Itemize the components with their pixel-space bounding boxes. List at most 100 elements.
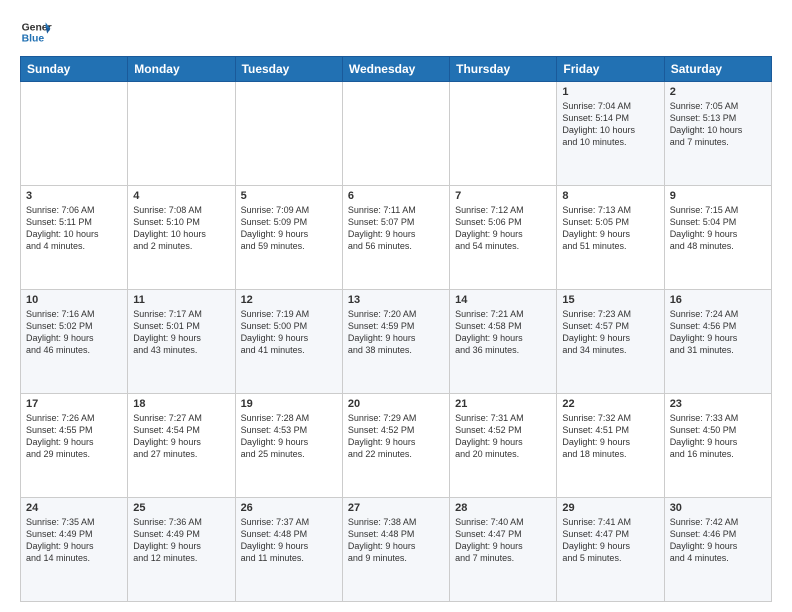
- day-info: Sunrise: 7:41 AM Sunset: 4:47 PM Dayligh…: [562, 516, 658, 565]
- day-number: 23: [670, 398, 766, 410]
- day-number: 24: [26, 502, 122, 514]
- day-number: 29: [562, 502, 658, 514]
- day-info: Sunrise: 7:08 AM Sunset: 5:10 PM Dayligh…: [133, 204, 229, 253]
- day-info: Sunrise: 7:12 AM Sunset: 5:06 PM Dayligh…: [455, 204, 551, 253]
- calendar-cell: 18 Sunrise: 7:27 AM Sunset: 4:54 PM Dayli…: [128, 394, 235, 498]
- day-number: 15: [562, 294, 658, 306]
- calendar-cell: 17 Sunrise: 7:26 AM Sunset: 4:55 PM Dayli…: [21, 394, 128, 498]
- day-number: 22: [562, 398, 658, 410]
- day-number: 26: [241, 502, 337, 514]
- day-info: Sunrise: 7:42 AM Sunset: 4:46 PM Dayligh…: [670, 516, 766, 565]
- day-info: Sunrise: 7:31 AM Sunset: 4:52 PM Dayligh…: [455, 412, 551, 461]
- calendar-cell: 13Sunrise: 7:20 AM Sunset: 4:59 PM Dayli…: [342, 290, 449, 394]
- day-info: Sunrise: 7:29 AM Sunset: 4:52 PM Dayligh…: [348, 412, 444, 461]
- day-number: 11: [133, 294, 229, 306]
- day-info: Sunrise: 7:24 AM Sunset: 4:56 PM Dayligh…: [670, 308, 766, 357]
- calendar-header-sunday: Sunday: [21, 57, 128, 82]
- day-info: Sunrise: 7:15 AM Sunset: 5:04 PM Dayligh…: [670, 204, 766, 253]
- calendar-table: SundayMondayTuesdayWednesdayThursdayFrid…: [20, 56, 772, 602]
- calendar-week-row: 1 Sunrise: 7:04 AM Sunset: 5:14 PM Daylig…: [21, 82, 772, 186]
- day-number: 28: [455, 502, 551, 514]
- calendar-cell: 24 Sunrise: 7:35 AM Sunset: 4:49 PM Dayli…: [21, 498, 128, 602]
- calendar-cell: 23Sunrise: 7:33 AM Sunset: 4:50 PM Dayli…: [664, 394, 771, 498]
- day-number: 5: [241, 190, 337, 202]
- calendar-cell: 22 Sunrise: 7:32 AM Sunset: 4:51 PM Dayli…: [557, 394, 664, 498]
- calendar-page: General Blue SundayMondayTuesdayWednesda…: [0, 0, 792, 612]
- day-info: Sunrise: 7:38 AM Sunset: 4:48 PM Dayligh…: [348, 516, 444, 565]
- day-info: Sunrise: 7:06 AM Sunset: 5:11 PM Dayligh…: [26, 204, 122, 253]
- calendar-cell: [450, 82, 557, 186]
- calendar-cell: 21 Sunrise: 7:31 AM Sunset: 4:52 PM Dayli…: [450, 394, 557, 498]
- calendar-cell: 9 Sunrise: 7:15 AM Sunset: 5:04 PM Daylig…: [664, 186, 771, 290]
- svg-text:Blue: Blue: [22, 34, 45, 45]
- logo: General Blue: [20, 16, 52, 48]
- day-info: Sunrise: 7:35 AM Sunset: 4:49 PM Dayligh…: [26, 516, 122, 565]
- day-number: 7: [455, 190, 551, 202]
- day-info: Sunrise: 7:04 AM Sunset: 5:14 PM Dayligh…: [562, 100, 658, 149]
- day-info: Sunrise: 7:32 AM Sunset: 4:51 PM Dayligh…: [562, 412, 658, 461]
- calendar-cell: 29 Sunrise: 7:41 AM Sunset: 4:47 PM Dayli…: [557, 498, 664, 602]
- day-info: Sunrise: 7:27 AM Sunset: 4:54 PM Dayligh…: [133, 412, 229, 461]
- day-number: 19: [241, 398, 337, 410]
- calendar-cell: [21, 82, 128, 186]
- calendar-cell: 8 Sunrise: 7:13 AM Sunset: 5:05 PM Daylig…: [557, 186, 664, 290]
- calendar-cell: 14Sunrise: 7:21 AM Sunset: 4:58 PM Dayli…: [450, 290, 557, 394]
- calendar-cell: [235, 82, 342, 186]
- calendar-cell: 30 Sunrise: 7:42 AM Sunset: 4:46 PM Dayli…: [664, 498, 771, 602]
- calendar-cell: 16 Sunrise: 7:24 AM Sunset: 4:56 PM Dayli…: [664, 290, 771, 394]
- day-info: Sunrise: 7:11 AM Sunset: 5:07 PM Dayligh…: [348, 204, 444, 253]
- calendar-cell: 6Sunrise: 7:11 AM Sunset: 5:07 PM Daylig…: [342, 186, 449, 290]
- day-info: Sunrise: 7:21 AM Sunset: 4:58 PM Dayligh…: [455, 308, 551, 357]
- calendar-cell: 19Sunrise: 7:28 AM Sunset: 4:53 PM Dayli…: [235, 394, 342, 498]
- day-number: 3: [26, 190, 122, 202]
- calendar-cell: 3 Sunrise: 7:06 AM Sunset: 5:11 PM Daylig…: [21, 186, 128, 290]
- calendar-cell: 10 Sunrise: 7:16 AM Sunset: 5:02 PM Dayli…: [21, 290, 128, 394]
- day-number: 25: [133, 502, 229, 514]
- day-number: 17: [26, 398, 122, 410]
- calendar-header-saturday: Saturday: [664, 57, 771, 82]
- header: General Blue: [20, 16, 772, 48]
- day-number: 16: [670, 294, 766, 306]
- day-number: 20: [348, 398, 444, 410]
- calendar-week-row: 17 Sunrise: 7:26 AM Sunset: 4:55 PM Dayli…: [21, 394, 772, 498]
- day-info: Sunrise: 7:26 AM Sunset: 4:55 PM Dayligh…: [26, 412, 122, 461]
- calendar-cell: 5 Sunrise: 7:09 AM Sunset: 5:09 PM Daylig…: [235, 186, 342, 290]
- calendar-cell: 4 Sunrise: 7:08 AM Sunset: 5:10 PM Daylig…: [128, 186, 235, 290]
- day-info: Sunrise: 7:36 AM Sunset: 4:49 PM Dayligh…: [133, 516, 229, 565]
- calendar-header-thursday: Thursday: [450, 57, 557, 82]
- day-number: 10: [26, 294, 122, 306]
- calendar-cell: 7 Sunrise: 7:12 AM Sunset: 5:06 PM Daylig…: [450, 186, 557, 290]
- day-number: 4: [133, 190, 229, 202]
- day-info: Sunrise: 7:19 AM Sunset: 5:00 PM Dayligh…: [241, 308, 337, 357]
- day-number: 8: [562, 190, 658, 202]
- calendar-cell: 20 Sunrise: 7:29 AM Sunset: 4:52 PM Dayli…: [342, 394, 449, 498]
- calendar-cell: [342, 82, 449, 186]
- day-number: 9: [670, 190, 766, 202]
- day-number: 18: [133, 398, 229, 410]
- day-number: 27: [348, 502, 444, 514]
- day-info: Sunrise: 7:16 AM Sunset: 5:02 PM Dayligh…: [26, 308, 122, 357]
- day-info: Sunrise: 7:05 AM Sunset: 5:13 PM Dayligh…: [670, 100, 766, 149]
- calendar-week-row: 3 Sunrise: 7:06 AM Sunset: 5:11 PM Daylig…: [21, 186, 772, 290]
- calendar-header-row: SundayMondayTuesdayWednesdayThursdayFrid…: [21, 57, 772, 82]
- calendar-week-row: 24 Sunrise: 7:35 AM Sunset: 4:49 PM Dayli…: [21, 498, 772, 602]
- day-info: Sunrise: 7:09 AM Sunset: 5:09 PM Dayligh…: [241, 204, 337, 253]
- day-info: Sunrise: 7:13 AM Sunset: 5:05 PM Dayligh…: [562, 204, 658, 253]
- day-number: 21: [455, 398, 551, 410]
- calendar-header-tuesday: Tuesday: [235, 57, 342, 82]
- calendar-cell: 26 Sunrise: 7:37 AM Sunset: 4:48 PM Dayli…: [235, 498, 342, 602]
- day-number: 1: [562, 86, 658, 98]
- calendar-cell: 11Sunrise: 7:17 AM Sunset: 5:01 PM Dayli…: [128, 290, 235, 394]
- day-info: Sunrise: 7:37 AM Sunset: 4:48 PM Dayligh…: [241, 516, 337, 565]
- calendar-header-monday: Monday: [128, 57, 235, 82]
- logo-icon: General Blue: [20, 16, 52, 48]
- day-info: Sunrise: 7:40 AM Sunset: 4:47 PM Dayligh…: [455, 516, 551, 565]
- calendar-header-wednesday: Wednesday: [342, 57, 449, 82]
- day-number: 2: [670, 86, 766, 98]
- day-number: 30: [670, 502, 766, 514]
- day-number: 13: [348, 294, 444, 306]
- calendar-cell: 1 Sunrise: 7:04 AM Sunset: 5:14 PM Daylig…: [557, 82, 664, 186]
- calendar-cell: 15Sunrise: 7:23 AM Sunset: 4:57 PM Dayli…: [557, 290, 664, 394]
- day-number: 12: [241, 294, 337, 306]
- calendar-cell: 28 Sunrise: 7:40 AM Sunset: 4:47 PM Dayli…: [450, 498, 557, 602]
